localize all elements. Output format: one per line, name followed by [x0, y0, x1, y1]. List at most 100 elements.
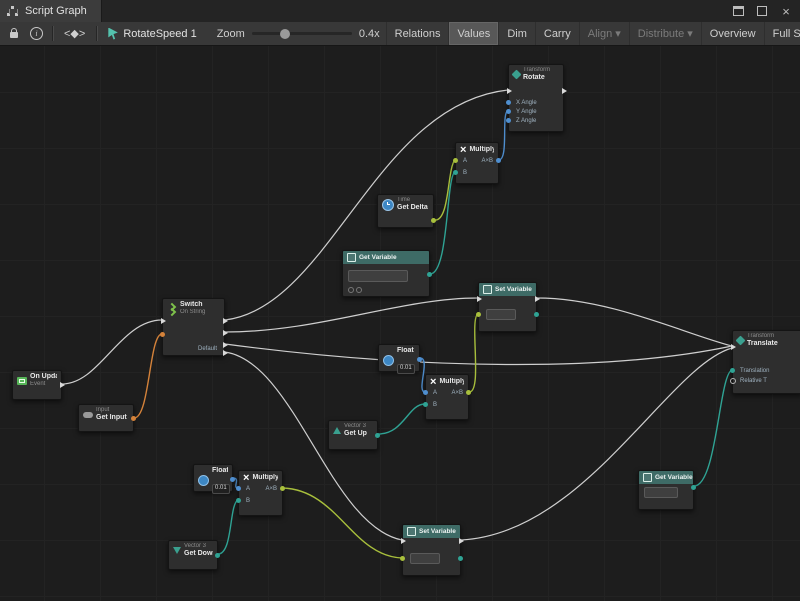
control-output-port[interactable]	[223, 342, 228, 348]
node-vector3-get-down[interactable]: Vector 3 Get Down	[168, 540, 218, 570]
distribute-dropdown-button[interactable]: Distribute▾	[629, 22, 701, 45]
z-angle-input-port[interactable]	[506, 118, 511, 123]
result-output-port[interactable]	[466, 390, 471, 395]
control-input-port[interactable]	[161, 318, 166, 324]
input-port-a[interactable]	[236, 486, 241, 491]
window-layout-button[interactable]	[732, 5, 744, 17]
value-output-port[interactable]	[534, 312, 539, 317]
wire-getvariable-right-to-translate[interactable]	[694, 370, 732, 486]
input-port-a[interactable]	[423, 390, 428, 395]
full-screen-button[interactable]: Full Screen	[764, 22, 800, 45]
node-transform-rotate[interactable]: Transform Rotate X Angle Y Angle Z Angle	[508, 64, 564, 132]
dim-button[interactable]: Dim	[498, 22, 535, 45]
control-output-port[interactable]	[60, 382, 65, 388]
node-float-literal-bottom[interactable]: Float 0.01	[193, 464, 233, 492]
float-value-field[interactable]: 0.01	[212, 484, 230, 494]
control-output-port[interactable]	[223, 330, 228, 336]
input-device-icon	[83, 412, 93, 418]
y-angle-input-port[interactable]	[506, 109, 511, 114]
vector-output-port[interactable]	[375, 433, 380, 438]
node-get-delta-time[interactable]: Time Get Delta Time	[377, 194, 434, 228]
float-value-field[interactable]: 0.01	[397, 364, 415, 374]
node-vector3-get-up[interactable]: Vector 3 Get Up	[328, 420, 378, 450]
overview-button[interactable]: Overview	[701, 22, 764, 45]
x-angle-input-port[interactable]	[506, 100, 511, 105]
zoom-slider-handle[interactable]	[280, 29, 290, 39]
graph-canvas[interactable]: On Update Event Input Get Input String	[0, 46, 800, 601]
variable-name-dropdown[interactable]	[410, 553, 440, 564]
node-get-variable-top[interactable]: Get Variable	[342, 250, 430, 297]
node-on-update[interactable]: On Update Event	[12, 370, 62, 400]
float-output-port[interactable]	[431, 218, 436, 223]
zoom-to-fit-button[interactable]: <◆>	[56, 22, 93, 45]
variable-name-dropdown[interactable]	[644, 487, 678, 498]
relations-button[interactable]: Relations	[386, 22, 449, 45]
node-multiply-bottom[interactable]: × Multiply A A×B B	[238, 470, 283, 516]
wire-multiply-bottom-to-setvariable-bottom[interactable]	[283, 488, 402, 558]
node-multiply-top[interactable]: × Multiply A A×B B	[455, 142, 499, 184]
string-output-port[interactable]	[131, 416, 136, 421]
relative-to-input-port[interactable]	[730, 378, 736, 384]
control-input-port[interactable]	[477, 296, 482, 302]
control-output-port[interactable]	[223, 318, 228, 324]
node-multiply-mid[interactable]: × Multiply A A×B B	[425, 374, 469, 420]
node-float-literal-mid[interactable]: Float 0.01	[378, 344, 420, 372]
result-output-port[interactable]	[280, 486, 285, 491]
align-dropdown-button[interactable]: Align▾	[579, 22, 629, 45]
result-output-port[interactable]	[496, 158, 501, 163]
wire-multiply-mid-to-setvariable-mid[interactable]	[469, 314, 478, 392]
value-output-port[interactable]	[427, 272, 432, 277]
input-port-b[interactable]	[236, 498, 241, 503]
lock-button[interactable]	[4, 22, 24, 45]
value-input-port[interactable]	[476, 312, 481, 317]
value-output-port[interactable]	[691, 485, 696, 490]
info-button[interactable]: i	[24, 22, 49, 45]
node-get-input-string[interactable]: Input Get Input String	[78, 404, 134, 432]
value-output-port[interactable]	[458, 556, 463, 561]
control-input-port[interactable]	[507, 88, 512, 94]
wire-getup-to-multiply-mid[interactable]	[378, 404, 425, 434]
value-input-port[interactable]	[400, 556, 405, 561]
node-transform-translate[interactable]: Transform Translate Translation Relative…	[732, 330, 800, 394]
control-output-port[interactable]	[459, 538, 464, 544]
input-port-a[interactable]	[453, 158, 458, 163]
string-input-port[interactable]	[160, 332, 165, 337]
node-switch-on-string[interactable]: Switch On String Default	[162, 298, 225, 356]
wire-setvariable-mid-to-translate[interactable]	[537, 298, 732, 346]
button-label: Overview	[710, 28, 756, 40]
control-output-port[interactable]	[562, 88, 567, 94]
node-set-variable-mid[interactable]: Set Variable	[478, 282, 537, 332]
carry-button[interactable]: Carry	[535, 22, 579, 45]
input-port-b[interactable]	[423, 402, 428, 407]
input-port-b[interactable]	[453, 170, 458, 175]
node-set-variable-bottom[interactable]: Set Variable	[402, 524, 461, 576]
object-input-port[interactable]	[348, 287, 354, 293]
wire-switch-to-setvariable-mid[interactable]	[225, 298, 478, 332]
control-input-port[interactable]	[401, 538, 406, 544]
control-output-port[interactable]	[535, 296, 540, 302]
wire-onupdate-to-switch[interactable]	[62, 320, 162, 384]
wire-switch-to-translate[interactable]	[225, 344, 732, 365]
values-button[interactable]: Values	[448, 22, 498, 45]
node-get-variable-right[interactable]: Get Variable	[638, 470, 694, 510]
graph-breadcrumb[interactable]: RotateSpeed 1	[100, 22, 204, 45]
variable-name-dropdown[interactable]	[348, 270, 408, 282]
wire-setvariable-bottom-to-translate[interactable]	[461, 348, 732, 540]
wire-getdeltatime-to-multiply-top[interactable]	[434, 160, 455, 220]
close-button[interactable]: ×	[780, 5, 792, 17]
default-output-port[interactable]	[223, 350, 228, 356]
display-event-icon	[17, 377, 27, 385]
zoom-slider-track[interactable]	[252, 32, 352, 35]
wire-getdown-to-multiply-bottom[interactable]	[218, 500, 238, 554]
float-output-port[interactable]	[230, 477, 235, 482]
fallback-input-port[interactable]	[356, 287, 362, 293]
variable-name-dropdown[interactable]	[486, 309, 516, 320]
maximize-button[interactable]	[756, 5, 768, 17]
control-input-port[interactable]	[731, 344, 736, 350]
translation-input-port[interactable]	[730, 368, 735, 373]
zoom-slider[interactable]	[252, 22, 352, 45]
wire-getinputstring-to-switch[interactable]	[134, 334, 162, 418]
tab-script-graph[interactable]: Script Graph	[0, 0, 102, 22]
vector-output-port[interactable]	[215, 553, 220, 558]
float-output-port[interactable]	[417, 357, 422, 362]
